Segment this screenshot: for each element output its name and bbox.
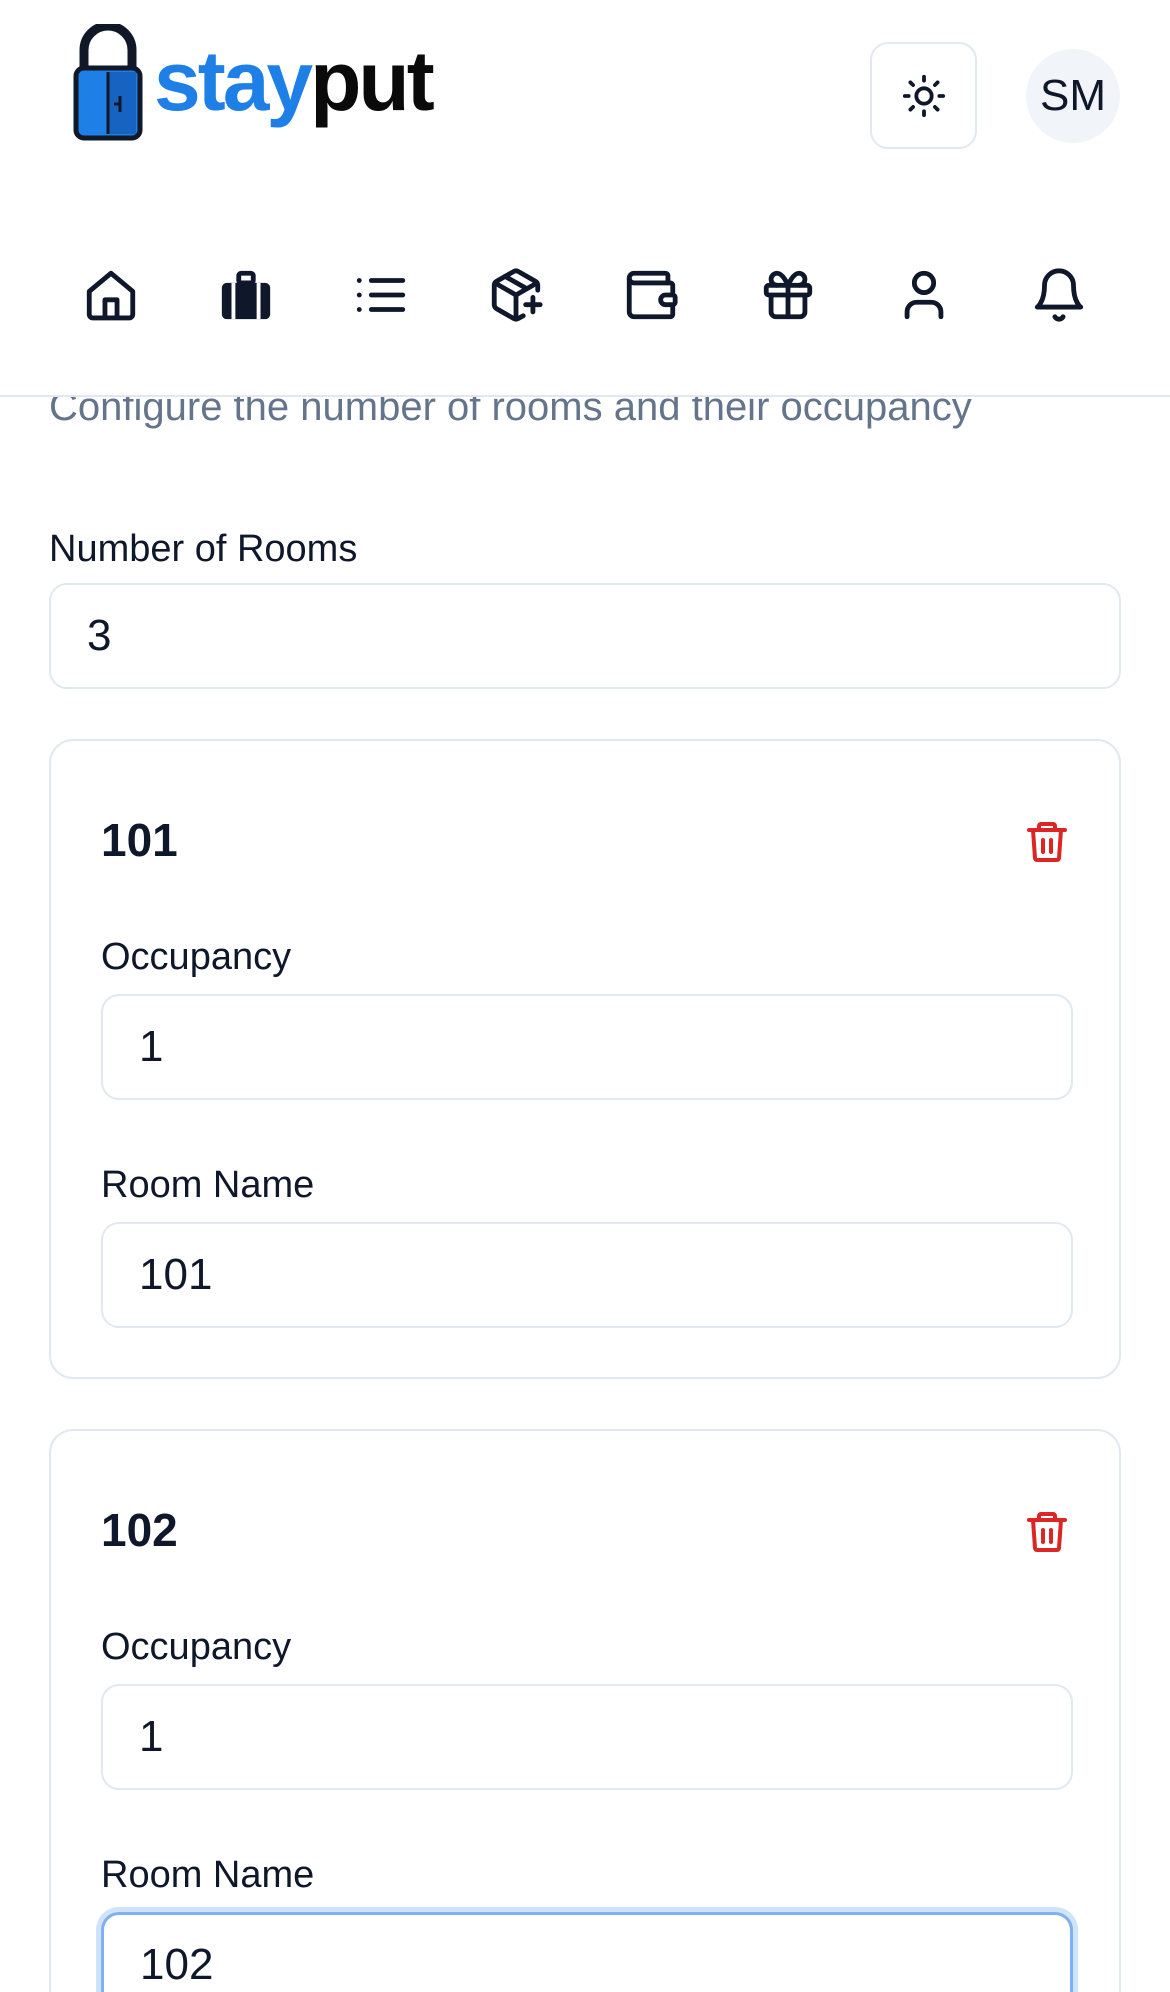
number-of-rooms-input[interactable]: 3 [49,583,1121,689]
occupancy-input[interactable]: 1 [101,994,1073,1100]
nav-add-package[interactable] [485,264,547,326]
nav-wallet[interactable] [620,264,682,326]
list-icon [356,278,406,312]
package-plus-icon [491,268,543,322]
room-name-label: Room Name [101,1164,315,1206]
room-card: 101 Occupancy 1 Room Name 101 [49,739,1121,1379]
gift-icon [763,270,813,320]
wallet-icon [626,270,678,320]
room-name-input[interactable]: 101 [101,1222,1073,1328]
luggage-icon [221,270,271,320]
nav-home[interactable] [80,264,142,326]
trash-icon[interactable] [1023,1505,1071,1559]
number-of-rooms-label: Number of Rooms [49,528,358,570]
trash-icon[interactable] [1023,815,1071,869]
room-name-label: Room Name [101,1854,315,1896]
app-header: stayput SM [0,0,1170,397]
nav-notifications[interactable] [1028,264,1090,326]
nav-luggage[interactable] [215,264,277,326]
home-icon [86,270,136,321]
room-title: 102 [101,1504,178,1556]
occupancy-label: Occupancy [101,936,292,978]
theme-toggle-button[interactable] [870,42,977,149]
nav-gift[interactable] [757,264,819,326]
nav-list[interactable] [350,264,412,326]
sun-icon [902,74,945,117]
user-icon [904,270,944,320]
main-nav [0,250,1170,340]
nav-profile[interactable] [893,264,955,326]
bell-icon [1034,268,1084,322]
avatar[interactable]: SM [1026,49,1120,143]
occupancy-input[interactable]: 1 [101,1684,1073,1790]
room-title: 101 [101,814,178,866]
brand-logo[interactable]: stayput [72,24,435,144]
room-name-input[interactable]: 102 [101,1912,1073,1992]
room-card: 102 Occupancy 1 Room Name 102 [49,1429,1121,1992]
padlock-icon [73,24,143,141]
occupancy-label: Occupancy [101,1626,292,1668]
brand-name: stayput [154,34,435,128]
